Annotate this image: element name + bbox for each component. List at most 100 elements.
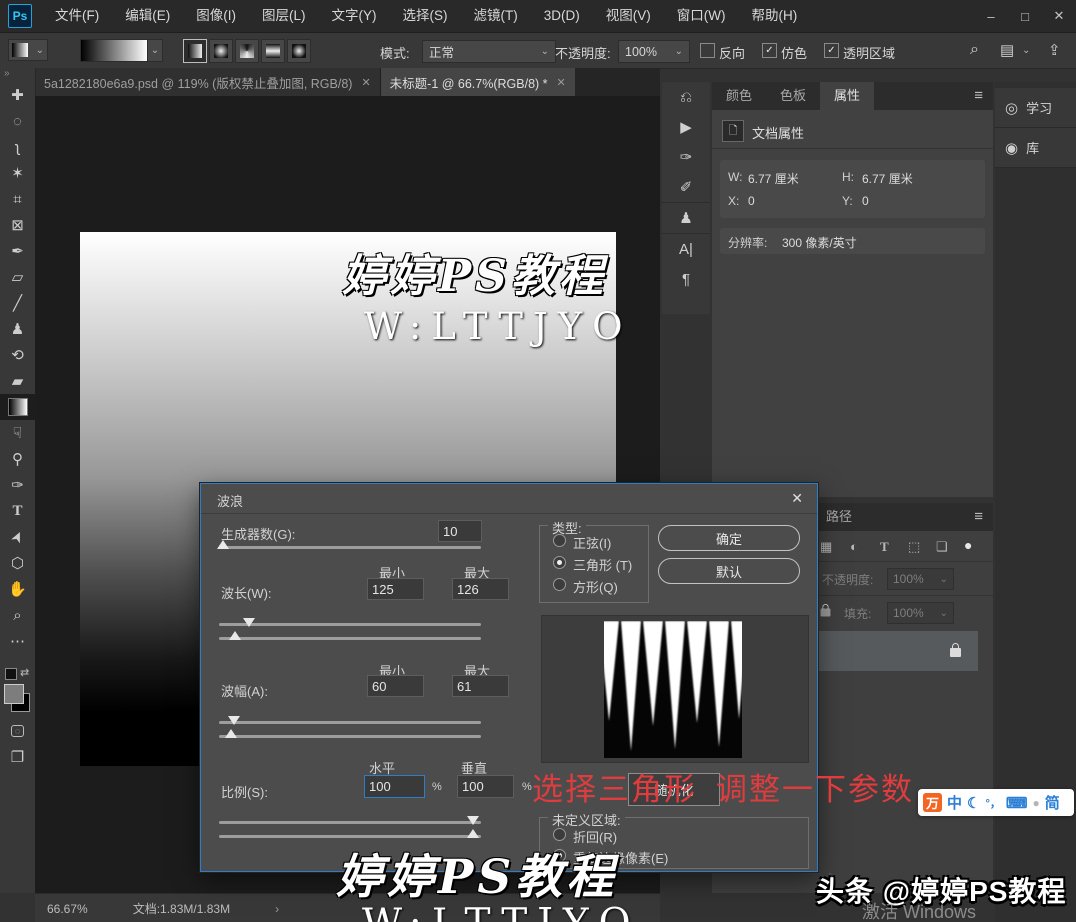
wavelength-min-input[interactable] [367,578,424,600]
wave-dialog-titlebar[interactable]: 波浪 ✕ [201,484,817,514]
frame-tool[interactable]: ⊠ [0,212,35,238]
scale-vertical-slider[interactable] [219,835,481,838]
filter-pin-icon[interactable]: ● [964,537,972,553]
menu-help[interactable]: 帮助(H) [738,0,810,32]
mode-select[interactable]: 正常 ⌄ [422,40,556,63]
radial-gradient-button[interactable] [209,39,233,63]
generators-slider-thumb[interactable] [217,540,229,549]
layers-opacity-select[interactable]: 100% ⌄ [887,568,954,590]
x-value[interactable]: 0 [748,194,755,208]
ime-user-icon[interactable]: ● [1033,796,1040,810]
brush-tool[interactable]: ╱ [0,290,35,316]
scale-vertical-thumb[interactable] [467,829,479,838]
menu-layer[interactable]: 图层(L) [249,0,319,32]
brushes-panel-icon[interactable]: ✐ [662,172,710,203]
zoom-level[interactable]: 66.67% [47,902,88,916]
ime-toolbar[interactable]: 万 中 ☾ °， ⌨ ● 简 [918,789,1074,816]
amplitude-min-slider[interactable] [219,721,481,724]
amplitude-max-thumb[interactable] [225,729,237,738]
clone-source-panel-icon[interactable]: ♟ [662,203,710,234]
wavelength-max-input[interactable] [452,578,509,600]
pen-tool[interactable]: ✑ [0,472,35,498]
libraries-panel-button[interactable]: ◉ 库 [995,128,1076,168]
brush-settings-panel-icon[interactable]: ✑ [662,142,710,172]
menu-edit[interactable]: 编辑(E) [112,0,183,32]
default-button[interactable]: 默认 [658,558,800,584]
zoom-tool[interactable]: ⌕ [0,602,35,628]
ime-moon-icon[interactable]: ☾ [967,794,980,812]
ime-chinese-mode[interactable]: 中 [947,792,962,813]
path-select-tool[interactable]: ➤ [0,524,35,550]
width-value[interactable]: 6.77 厘米 [748,170,799,187]
type-triangle-radio[interactable] [553,556,566,569]
tab-color[interactable]: 颜色 [712,82,766,110]
y-value[interactable]: 0 [862,194,869,208]
ok-button[interactable]: 确定 [658,525,800,551]
foreground-color-swatch[interactable] [4,684,24,704]
menu-3d[interactable]: 3D(D) [531,0,593,32]
more-tools[interactable]: ⋯ [0,628,35,654]
panel-menu-icon[interactable]: ≡ [974,82,993,110]
healing-brush-tool[interactable]: ▱ [0,264,35,290]
tab-properties[interactable]: 属性 [820,82,874,110]
tab-document-2-active[interactable]: 未标题-1 @ 66.7%(RGB/8) * ✕ [381,68,575,96]
dodge-tool[interactable]: ⚲ [0,446,35,472]
wrap-around-radio[interactable] [553,828,566,841]
gradient-tool-selected[interactable] [0,394,35,420]
wavelength-min-slider[interactable] [219,623,481,626]
wavelength-max-slider[interactable] [219,637,481,640]
diamond-gradient-button[interactable] [287,39,311,63]
tab-close-icon[interactable]: ✕ [557,76,566,89]
status-chevron-icon[interactable]: › [275,902,279,916]
generators-slider[interactable] [219,546,481,549]
ime-keyboard-icon[interactable]: ⌨ [1006,794,1028,812]
history-panel-icon[interactable]: ⎌ [662,82,710,112]
filter-shape-icon[interactable]: ⬚ [908,539,920,555]
height-value[interactable]: 6.77 厘米 [862,170,913,187]
lasso-tool[interactable]: ʅ [0,134,35,160]
gradient-picker-chevron[interactable]: ⌄ [147,39,163,62]
scale-vertical-input[interactable] [457,775,514,798]
ime-punctuation-icon[interactable]: °， [985,795,1000,811]
ime-simplified-icon[interactable]: 简 [1045,792,1060,813]
menu-view[interactable]: 视图(V) [593,0,664,32]
filter-type-icon[interactable]: T [880,539,889,555]
repeat-edge-radio[interactable] [553,849,566,862]
share-icon[interactable]: ⇪ [1048,41,1061,59]
toolbar-flyout-icon[interactable]: » [0,68,35,82]
workspace-switcher-icon[interactable]: ▤ [1000,41,1014,59]
generators-input[interactable] [438,520,482,542]
paragraph-panel-icon[interactable]: ¶ [662,264,710,294]
menu-filter[interactable]: 滤镜(T) [461,0,531,32]
amplitude-min-thumb[interactable] [228,716,240,725]
dialog-close-icon[interactable]: ✕ [791,490,803,507]
tool-preset-picker[interactable]: ⌄ [8,39,48,61]
minimize-button[interactable]: – [974,3,1008,29]
type-sine-radio[interactable] [553,534,566,547]
tab-close-icon[interactable]: ✕ [361,76,370,89]
tab-swatches[interactable]: 色板 [766,82,820,110]
transparency-checkbox[interactable]: ✓ [824,43,839,58]
gradient-editor-swatch[interactable] [80,39,148,62]
default-colors-icon[interactable] [5,668,17,680]
eraser-tool[interactable]: ▰ [0,368,35,394]
eyedropper-tool[interactable]: ✒ [0,238,35,264]
type-square-radio[interactable] [553,578,566,591]
menu-type[interactable]: 文字(Y) [319,0,390,32]
lock-icon[interactable] [820,604,831,622]
filter-layer-icon[interactable]: ▦ [820,539,832,555]
fill-select[interactable]: 100% ⌄ [887,602,954,624]
wavelength-max-thumb[interactable] [229,631,241,640]
hand-tool[interactable]: ✋ [0,576,35,602]
menu-file[interactable]: 文件(F) [42,0,112,32]
crop-tool[interactable]: ⌗ [0,186,35,212]
angle-gradient-button[interactable] [235,39,259,63]
clone-stamp-tool[interactable]: ♟ [0,316,35,342]
scale-horizontal-input[interactable] [364,775,425,798]
dither-checkbox[interactable]: ✓ [762,43,777,58]
shape-tool[interactable]: ⬡ [0,550,35,576]
close-button[interactable]: ✕ [1042,3,1076,29]
swap-colors-icon[interactable]: ⇄ [20,666,29,679]
actions-panel-icon[interactable]: ▶ [662,112,710,142]
learn-panel-button[interactable]: ◎ 学习 [995,88,1076,128]
